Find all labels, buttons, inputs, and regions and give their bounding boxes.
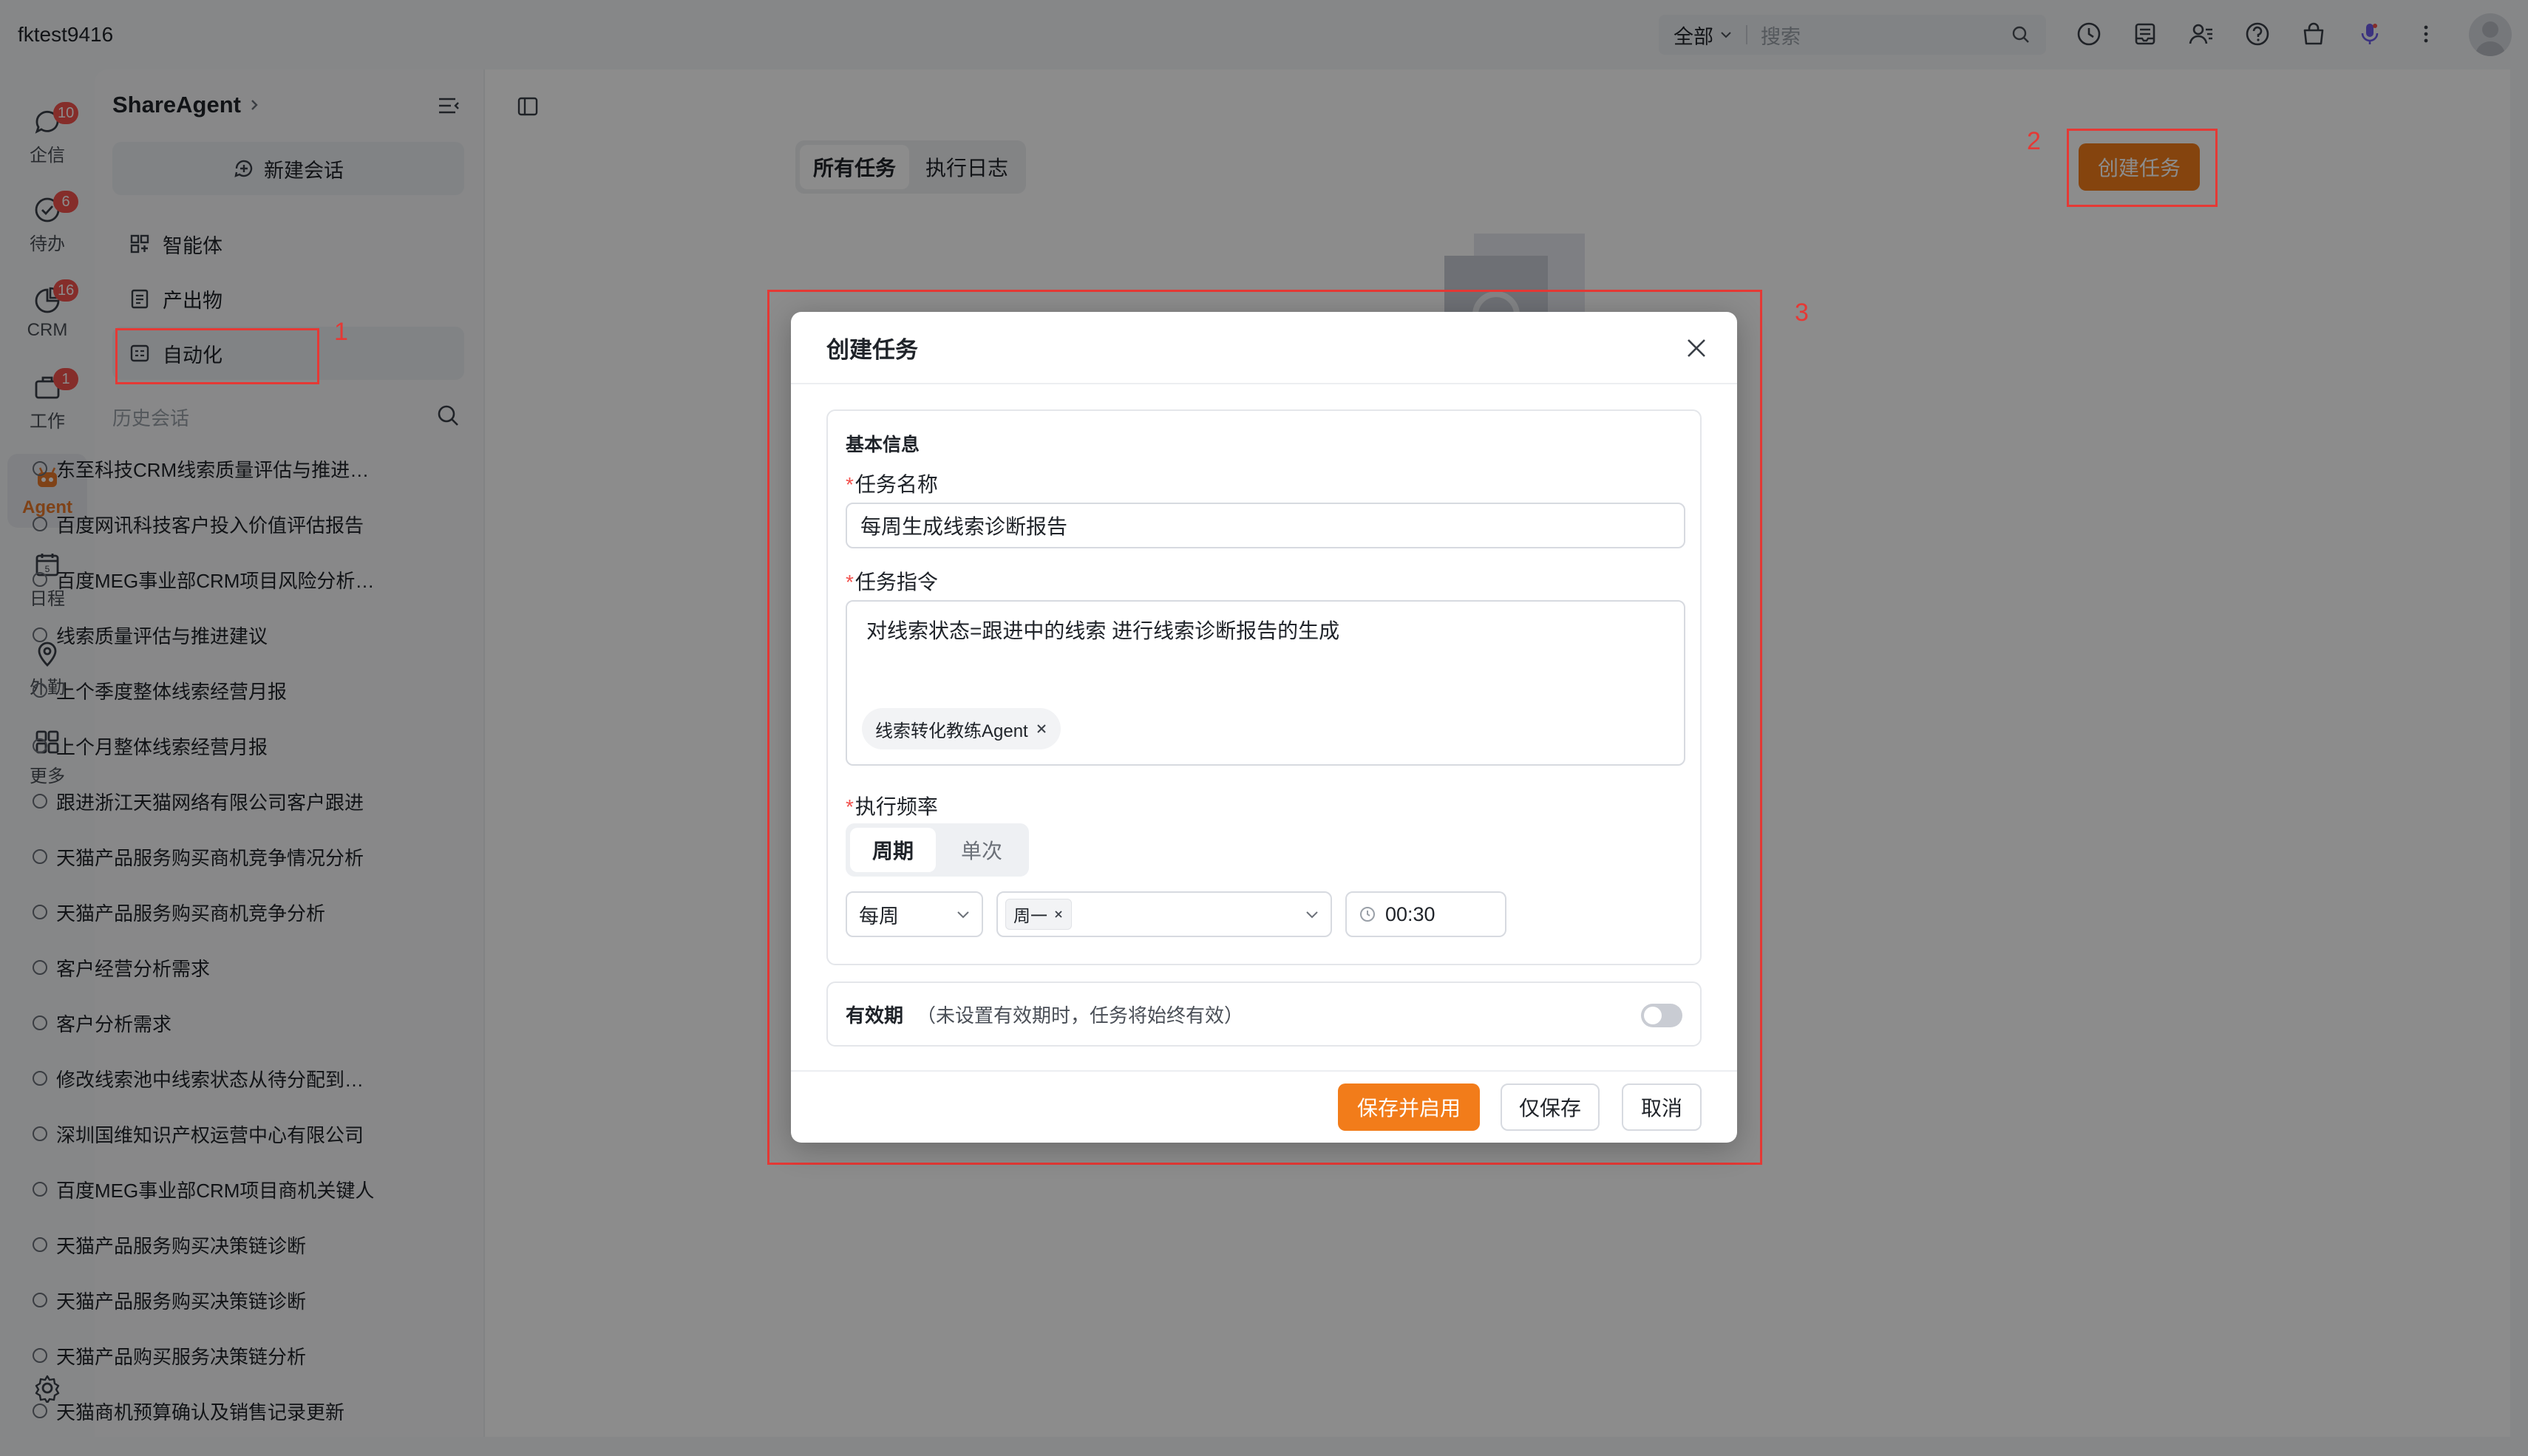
clock-icon xyxy=(1360,907,1375,922)
save-only-button[interactable]: 仅保存 xyxy=(1501,1084,1600,1131)
task-name-label: *任务名称 xyxy=(846,473,938,496)
basic-info-card: 基本信息 *任务名称 每周生成线索诊断报告 *任务指令 对线索状态=跟进中的线索… xyxy=(826,409,1702,965)
task-name-label-text: 任务名称 xyxy=(854,473,938,496)
annotation-number: 1 xyxy=(334,318,348,346)
weekday-tag: 周一 xyxy=(1005,899,1072,930)
close-icon[interactable] xyxy=(1036,723,1047,735)
close-icon[interactable] xyxy=(1053,909,1064,919)
chevron-down-icon xyxy=(957,911,969,919)
time-value: 00:30 xyxy=(1385,902,1435,925)
time-picker[interactable]: 00:30 xyxy=(1345,891,1506,937)
agent-chip-label: 线索转化教练Agent xyxy=(875,721,1028,741)
cancel-button[interactable]: 取消 xyxy=(1622,1084,1702,1131)
validity-toggle[interactable] xyxy=(1641,1004,1682,1027)
close-icon[interactable] xyxy=(1682,334,1710,362)
validity-card: 有效期 （未设置有效期时，任务将始终有效） xyxy=(826,982,1702,1047)
task-instruction-textarea[interactable]: 对线索状态=跟进中的线索 进行线索诊断报告的生成 线索转化教练Agent xyxy=(846,600,1685,766)
create-task-modal: 创建任务 基本信息 *任务名称 每周生成线索诊断报告 *任务指令 对线索状态=跟… xyxy=(791,312,1737,1143)
frequency-label: *执行频率 xyxy=(846,795,938,818)
period-value: 每周 xyxy=(859,905,899,928)
annotation-number: 3 xyxy=(1795,299,1809,327)
task-name-value: 每周生成线索诊断报告 xyxy=(860,515,1068,538)
validity-hint: （未设置有效期时，任务将始终有效） xyxy=(917,1004,1244,1027)
period-select[interactable]: 每周 xyxy=(846,891,983,937)
frequency-toggle: 周期 单次 xyxy=(846,823,1030,877)
annotation-box-create-button xyxy=(2067,129,2218,207)
toggle-knob xyxy=(1644,1007,1662,1024)
modal-header: 创建任务 xyxy=(791,312,1737,384)
frequency-label-text: 执行频率 xyxy=(854,795,938,818)
frequency-periodic[interactable]: 周期 xyxy=(850,828,937,872)
modal-title: 创建任务 xyxy=(826,336,918,363)
task-name-input[interactable]: 每周生成线索诊断报告 xyxy=(846,503,1685,548)
weekday-select[interactable]: 周一 xyxy=(996,891,1332,937)
task-instruction-value: 对线索状态=跟进中的线索 进行线索诊断报告的生成 xyxy=(866,619,1340,642)
frequency-once[interactable]: 单次 xyxy=(939,828,1025,872)
validity-label: 有效期 xyxy=(846,1004,904,1027)
chevron-down-icon xyxy=(1306,911,1318,919)
save-and-enable-button[interactable]: 保存并启用 xyxy=(1338,1084,1480,1131)
modal-footer: 保存并启用 仅保存 取消 xyxy=(791,1070,1737,1143)
weekday-tag-label: 周一 xyxy=(1013,906,1047,925)
task-instruction-label: *任务指令 xyxy=(846,571,938,593)
annotation-box-automation xyxy=(115,328,319,384)
task-instruction-label-text: 任务指令 xyxy=(854,571,938,593)
agent-chip[interactable]: 线索转化教练Agent xyxy=(862,708,1061,749)
section-title: 基本信息 xyxy=(846,435,920,455)
annotation-number: 2 xyxy=(2027,127,2041,155)
